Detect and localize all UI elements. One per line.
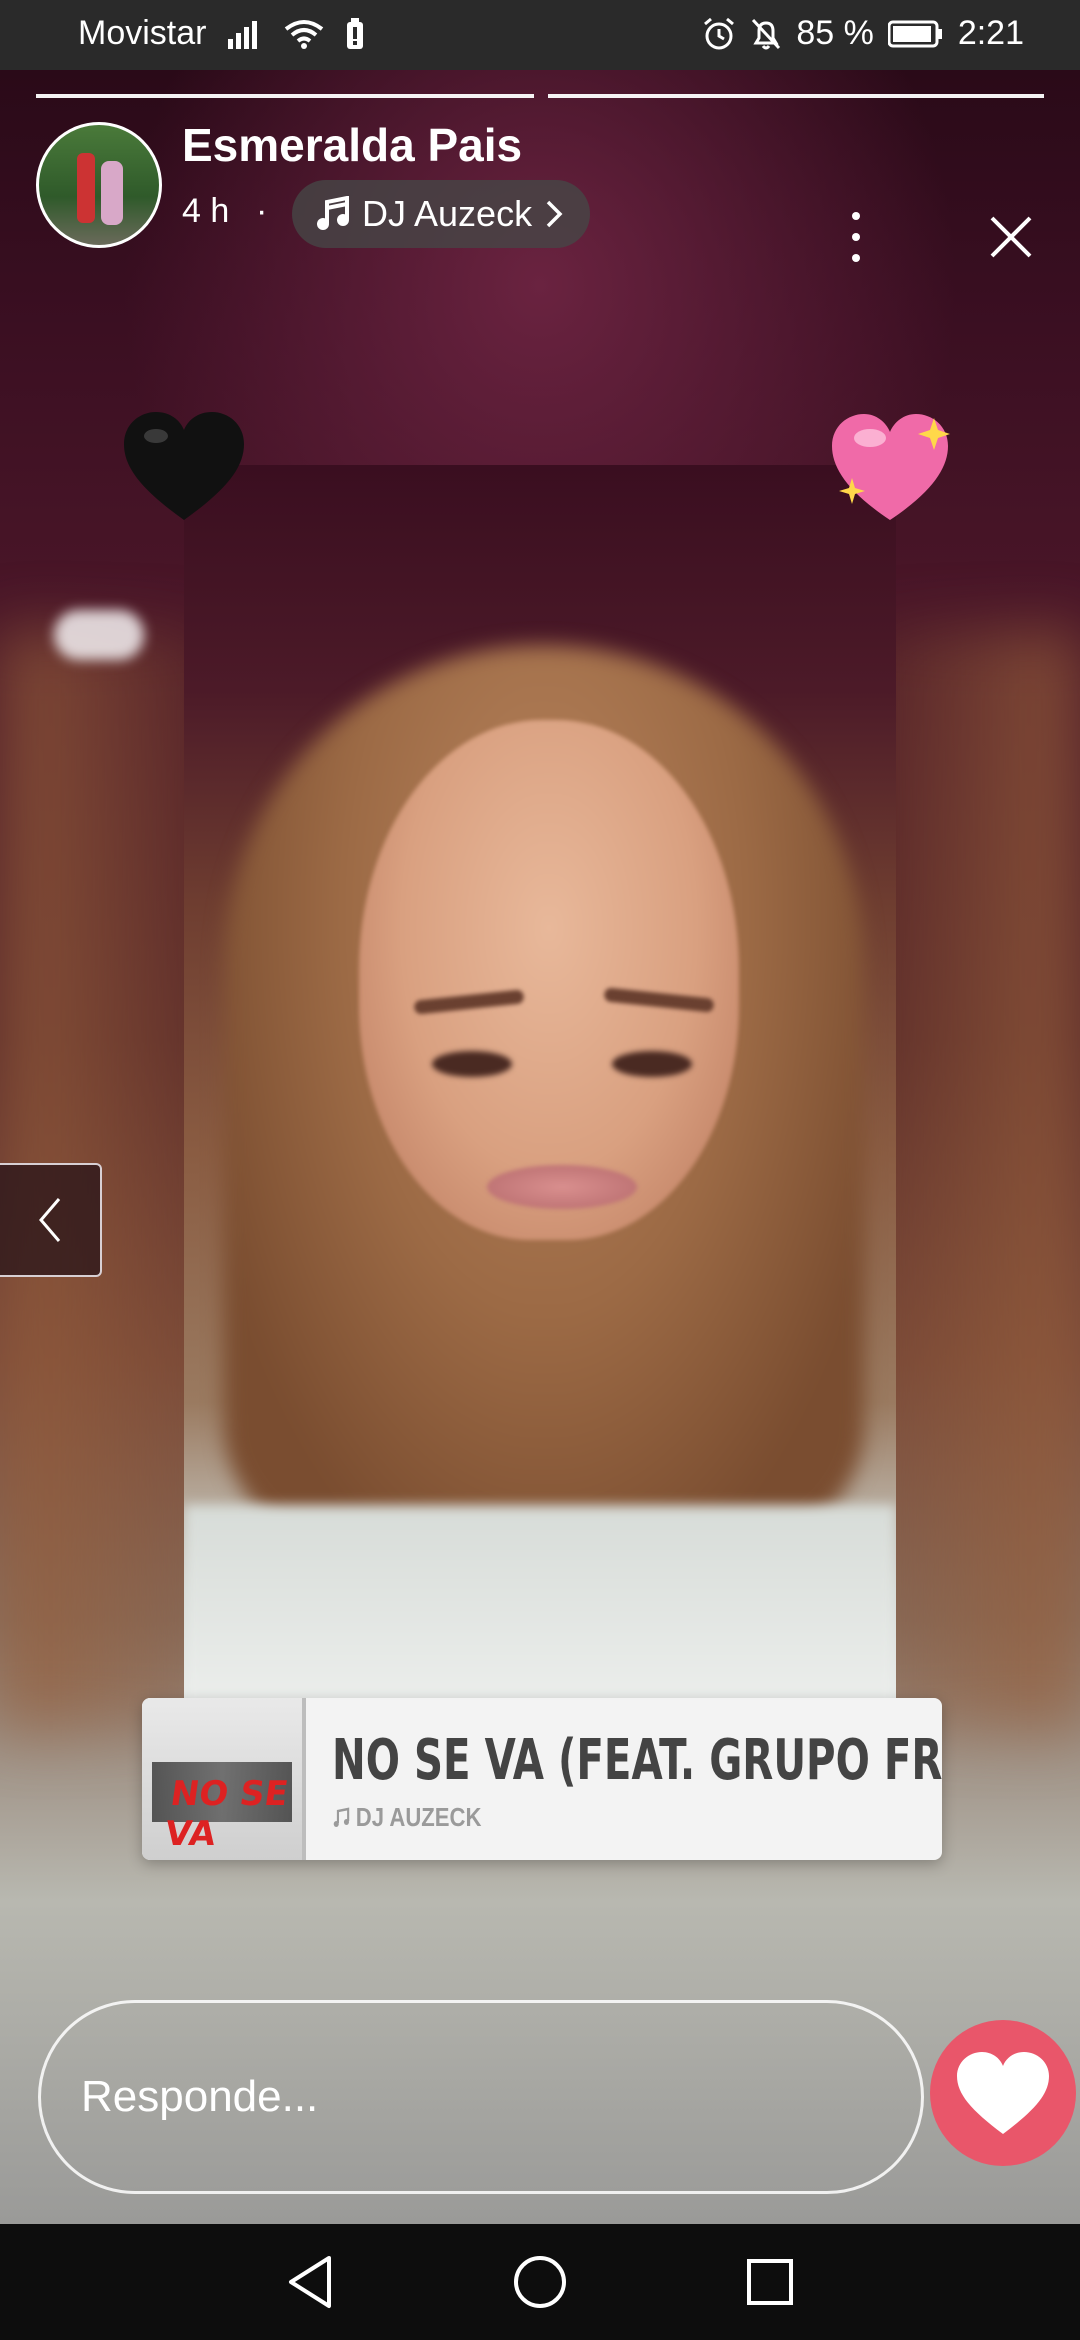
previous-story-button[interactable] xyxy=(0,1163,102,1277)
more-vertical-icon xyxy=(852,212,860,220)
carrier-label: Movistar xyxy=(78,14,207,52)
song-artist-label: DJ AUZECK xyxy=(355,1802,482,1832)
sparkling-heart-sticker xyxy=(832,414,950,520)
cloud-sticker xyxy=(54,610,144,660)
bell-off-icon xyxy=(750,17,782,51)
signal-icon xyxy=(228,19,262,49)
song-title: NO SE VA (FEAT. GRUPO FRO xyxy=(332,1728,942,1793)
clock: 2:21 xyxy=(957,14,1024,52)
home-nav-icon xyxy=(514,2256,566,2308)
music-note-icon xyxy=(317,196,349,230)
music-sticker[interactable]: NO SE VA NO SE VA (FEAT. GRUPO FRO DJ AU… xyxy=(142,1698,942,1860)
back-nav-button[interactable] xyxy=(280,2252,340,2312)
system-nav-bar xyxy=(0,2224,1080,2340)
more-options-button[interactable] xyxy=(836,212,876,262)
story-progress-segment xyxy=(36,94,534,98)
story-time: 4 h xyxy=(182,192,230,230)
album-art: NO SE VA xyxy=(142,1698,306,1860)
status-bar: Movistar 85 % 2:21 xyxy=(0,0,1080,70)
separator-dot: · xyxy=(256,192,268,230)
like-button[interactable] xyxy=(930,2020,1076,2166)
wifi-icon xyxy=(284,19,324,49)
avatar[interactable] xyxy=(36,122,162,248)
battery-saver-icon xyxy=(346,17,364,50)
music-chip-label: DJ Auzeck xyxy=(362,193,533,234)
heart-icon xyxy=(957,2052,1049,2134)
author-name[interactable]: Esmeralda Pais xyxy=(182,118,522,172)
black-heart-sticker xyxy=(124,412,244,520)
close-button[interactable] xyxy=(986,212,1036,262)
story-viewer[interactable]: NO SE VA NO SE VA (FEAT. GRUPO FRO DJ AU… xyxy=(0,70,1080,2224)
story-photo xyxy=(184,465,896,1715)
back-nav-icon xyxy=(289,2256,331,2308)
story-progress-segment xyxy=(548,94,1044,98)
album-art-text: NO SE VA xyxy=(162,1774,291,1854)
home-nav-button[interactable] xyxy=(510,2252,570,2312)
recents-nav-button[interactable] xyxy=(740,2252,800,2312)
reply-input[interactable]: Responde... xyxy=(38,2000,924,2194)
battery-percent: 85 % xyxy=(796,14,874,52)
alarm-icon xyxy=(702,17,736,51)
song-artist: DJ AUZECK xyxy=(332,1802,481,1833)
chevron-left-icon xyxy=(39,1198,61,1242)
recents-nav-icon xyxy=(747,2259,793,2305)
reply-placeholder: Responde... xyxy=(81,2072,319,2121)
chevron-right-icon xyxy=(546,200,563,228)
music-chip-button[interactable]: DJ Auzeck xyxy=(292,180,591,248)
battery-icon xyxy=(887,20,944,48)
close-icon xyxy=(990,216,1032,258)
music-note-icon xyxy=(333,1807,350,1827)
